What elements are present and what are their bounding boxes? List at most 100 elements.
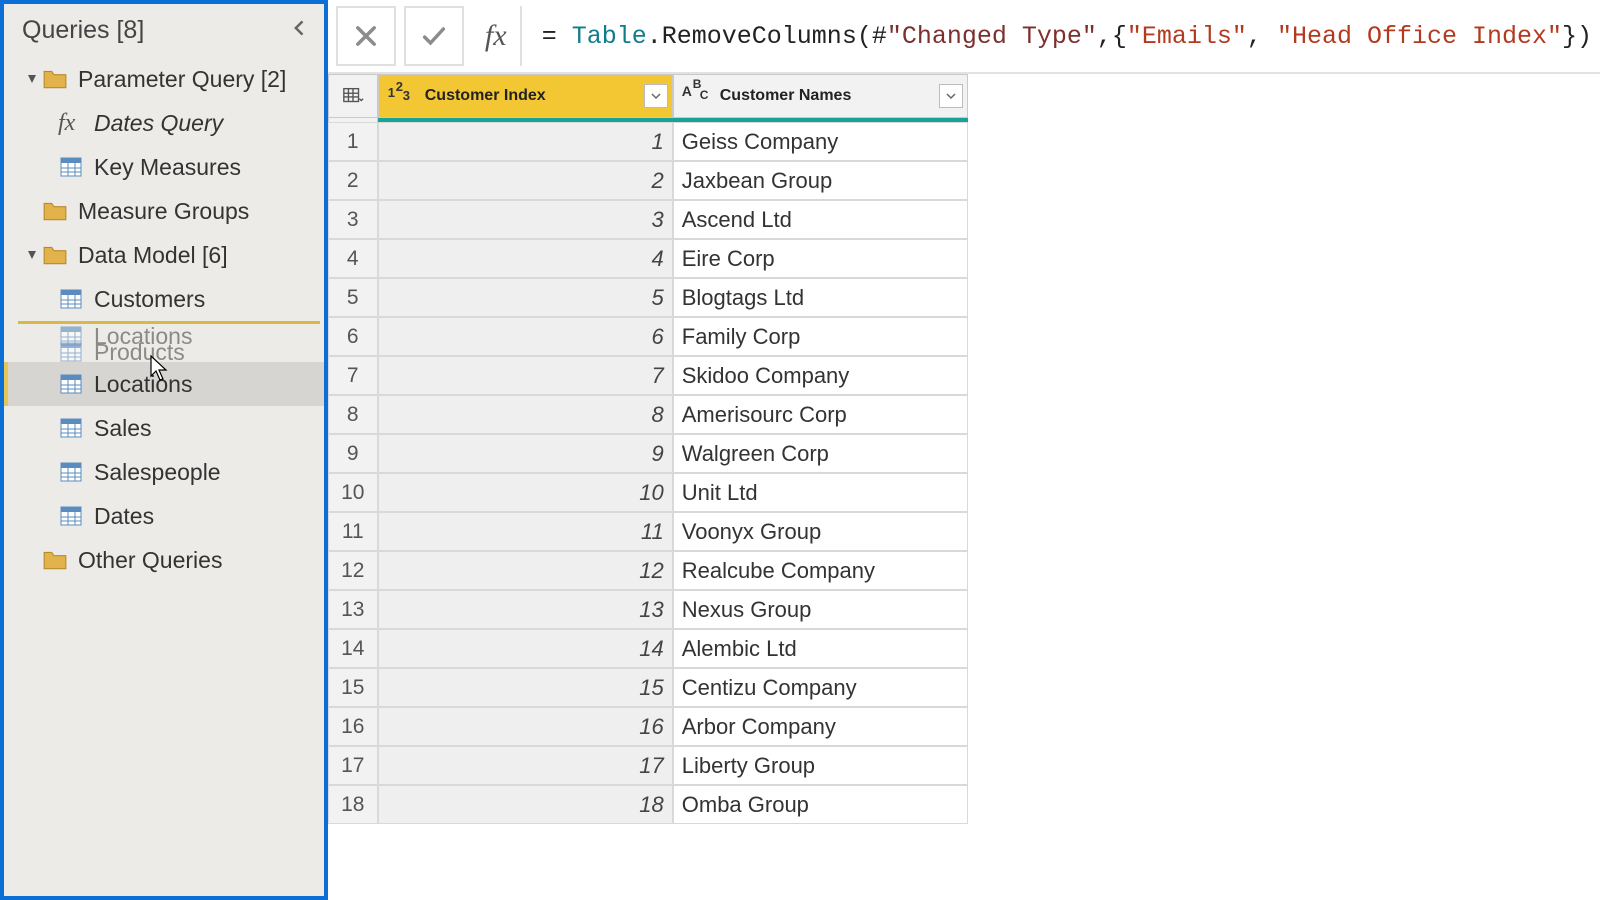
cell-customer-name[interactable]: Family Corp [673,317,968,356]
fx-icon: fx [58,110,88,137]
row-number: 10 [328,473,378,512]
table-row[interactable]: 1818Omba Group [328,785,1600,824]
expand-toggle-icon[interactable] [22,249,42,261]
row-number: 11 [328,512,378,551]
row-number: 4 [328,239,378,278]
row-number: 18 [328,785,378,824]
query-item[interactable]: Salespeople [4,450,324,494]
cell-customer-name[interactable]: Jaxbean Group [673,161,968,200]
query-item[interactable]: Dates [4,494,324,538]
table-icon [58,373,88,395]
cell-customer-index[interactable]: 2 [378,161,673,200]
query-folder[interactable]: Measure Groups [4,189,324,233]
formula-input[interactable]: = Table.RemoveColumns(#"Changed Type",{"… [522,22,1592,51]
table-icon [58,156,88,178]
cell-customer-name[interactable]: Eire Corp [673,239,968,278]
cell-customer-name[interactable]: Blogtags Ltd [673,278,968,317]
cell-customer-name[interactable]: Unit Ltd [673,473,968,512]
table-row[interactable]: 1414Alembic Ltd [328,629,1600,668]
query-item[interactable]: Sales [4,406,324,450]
table-row[interactable]: 55Blogtags Ltd [328,278,1600,317]
cell-customer-index[interactable]: 14 [378,629,673,668]
cell-customer-name[interactable]: Ascend Ltd [673,200,968,239]
table-row[interactable]: 1010Unit Ltd [328,473,1600,512]
column-header-customer-index[interactable]: 123 Customer Index [378,74,673,118]
cell-customer-index[interactable]: 11 [378,512,673,551]
fx-icon: fx [472,6,522,66]
cell-customer-name[interactable]: Alembic Ltd [673,629,968,668]
cell-customer-index[interactable]: 12 [378,551,673,590]
cell-customer-index[interactable]: 18 [378,785,673,824]
cell-customer-name[interactable]: Centizu Company [673,668,968,707]
number-type-icon: 123 [387,81,417,111]
formula-bar: fx = Table.RemoveColumns(#"Changed Type"… [328,0,1600,74]
cell-customer-index[interactable]: 8 [378,395,673,434]
cell-customer-index[interactable]: 16 [378,707,673,746]
table-row[interactable]: 1111Voonyx Group [328,512,1600,551]
table-row[interactable]: 1616Arbor Company [328,707,1600,746]
table-row[interactable]: 11Geiss Company [328,122,1600,161]
cell-customer-name[interactable]: Geiss Company [673,122,968,161]
table-row[interactable]: 1313Nexus Group [328,590,1600,629]
cell-customer-index[interactable]: 5 [378,278,673,317]
cell-customer-name[interactable]: Liberty Group [673,746,968,785]
cell-customer-index[interactable]: 4 [378,239,673,278]
table-row[interactable]: 44Eire Corp [328,239,1600,278]
cell-customer-index[interactable]: 15 [378,668,673,707]
table-icon [58,505,88,527]
table-menu-button[interactable] [328,74,378,118]
table-row[interactable]: 88Amerisourc Corp [328,395,1600,434]
expand-toggle-icon[interactable] [22,73,42,85]
row-number: 7 [328,356,378,395]
table-row[interactable]: 1717Liberty Group [328,746,1600,785]
table-row[interactable]: 99Walgreen Corp [328,434,1600,473]
query-item[interactable]: Key Measures [4,145,324,189]
row-number: 9 [328,434,378,473]
table-icon [58,288,88,310]
table-row[interactable]: 66Family Corp [328,317,1600,356]
row-number: 13 [328,590,378,629]
cell-customer-index[interactable]: 13 [378,590,673,629]
query-item[interactable]: Locations [4,362,324,406]
commit-formula-button[interactable] [404,6,464,66]
cell-customer-index[interactable]: 10 [378,473,673,512]
row-number: 14 [328,629,378,668]
column-header-customer-names[interactable]: ABC Customer Names [673,74,968,118]
cell-customer-name[interactable]: Voonyx Group [673,512,968,551]
table-icon [58,417,88,439]
table-row[interactable]: 1212Realcube Company [328,551,1600,590]
cell-customer-name[interactable]: Walgreen Corp [673,434,968,473]
collapse-pane-icon[interactable] [290,18,310,43]
cell-customer-index[interactable]: 1 [378,122,673,161]
row-number: 2 [328,161,378,200]
query-item[interactable]: fxDates Query [4,101,324,145]
table-row[interactable]: 22Jaxbean Group [328,161,1600,200]
row-number: 6 [328,317,378,356]
cell-customer-index[interactable]: 3 [378,200,673,239]
table-icon [58,461,88,483]
cell-customer-name[interactable]: Realcube Company [673,551,968,590]
cell-customer-name[interactable]: Omba Group [673,785,968,824]
cell-customer-index[interactable]: 17 [378,746,673,785]
query-folder[interactable]: Parameter Query [2] [4,57,324,101]
table-row[interactable]: 33Ascend Ltd [328,200,1600,239]
column-filter-button[interactable] [939,84,963,108]
cancel-formula-button[interactable] [336,6,396,66]
cell-customer-index[interactable]: 6 [378,317,673,356]
column-filter-button[interactable] [644,84,668,108]
row-number: 1 [328,122,378,161]
cell-customer-index[interactable]: 7 [378,356,673,395]
cell-customer-name[interactable]: Nexus Group [673,590,968,629]
table-row[interactable]: 1515Centizu Company [328,668,1600,707]
queries-title: Queries [8] [22,16,144,45]
folder-icon [42,549,72,571]
query-item-dragging[interactable]: LocationsProducts [4,318,324,362]
cell-customer-name[interactable]: Arbor Company [673,707,968,746]
query-folder[interactable]: Other Queries [4,538,324,582]
table-row[interactable]: 77Skidoo Company [328,356,1600,395]
row-number: 16 [328,707,378,746]
cell-customer-index[interactable]: 9 [378,434,673,473]
query-folder[interactable]: Data Model [6] [4,233,324,277]
cell-customer-name[interactable]: Amerisourc Corp [673,395,968,434]
cell-customer-name[interactable]: Skidoo Company [673,356,968,395]
